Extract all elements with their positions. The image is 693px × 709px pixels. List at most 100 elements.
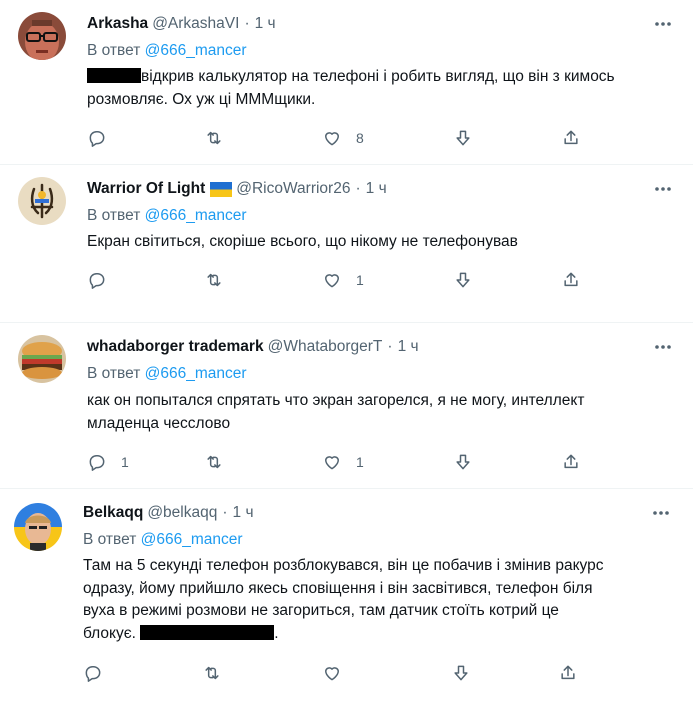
tweet-actions: 8 xyxy=(87,124,587,152)
tweet-text: как он попытался спрятать что экран заго… xyxy=(87,390,677,435)
reply-prefix: В ответ xyxy=(87,365,141,382)
display-name[interactable]: Warrior Of Light xyxy=(87,178,205,200)
more-icon[interactable] xyxy=(651,177,675,201)
tweet-text: Екран світиться, скоріше всього, що ніко… xyxy=(87,231,677,254)
share-button[interactable] xyxy=(561,448,581,476)
display-name[interactable]: Arkasha xyxy=(87,13,148,35)
tweet-header: whadaborger trademark @WhataborgerT · 1 … xyxy=(87,336,419,358)
reply-button[interactable] xyxy=(87,124,121,152)
like-icon xyxy=(325,456,339,470)
tweet-actions: 1 xyxy=(87,266,587,294)
reply-button[interactable] xyxy=(83,659,117,687)
tweet-text-line: Там на 5 секунді телефон розблокувався, … xyxy=(83,557,604,574)
like-icon xyxy=(325,667,339,681)
reply-button[interactable]: 1 xyxy=(87,448,129,476)
tweet[interactable]: Belkaqq @belkaqq · 1 ч В ответ @666_manc… xyxy=(0,489,693,709)
share-icon xyxy=(564,130,578,145)
redacted-block xyxy=(140,624,275,640)
tweet-text: Там на 5 секунді телефон розблокувався, … xyxy=(83,555,683,645)
like-count: 1 xyxy=(356,454,364,470)
downvote-button[interactable] xyxy=(453,124,473,152)
more-icon[interactable] xyxy=(651,12,675,36)
more-icon[interactable] xyxy=(651,335,675,359)
reply-mention[interactable]: @666_mancer xyxy=(145,42,247,59)
tweet-text-line: младенца чесслово xyxy=(87,414,231,432)
tweet[interactable]: Arkasha @ArkashaVI · 1 ч В ответ @666_ma… xyxy=(0,0,693,165)
like-button[interactable]: 8 xyxy=(322,124,364,152)
reply-mention[interactable]: @666_mancer xyxy=(145,207,247,224)
reply-context: В ответ @666_mancer xyxy=(87,40,247,62)
like-icon xyxy=(325,132,339,146)
tweet-text-line: блокує. xyxy=(83,624,136,642)
display-name[interactable]: whadaborger trademark xyxy=(87,336,264,358)
downvote-button[interactable] xyxy=(451,659,471,687)
like-button[interactable]: 1 xyxy=(322,448,364,476)
tweet-text-line: розмовляє. Ох уж ці МММщики. xyxy=(87,90,316,108)
reply-prefix: В ответ xyxy=(83,531,137,548)
like-icon xyxy=(325,274,339,288)
share-button[interactable] xyxy=(561,266,581,294)
like-button[interactable]: 1 xyxy=(322,266,364,294)
retweet-icon xyxy=(205,666,219,680)
user-handle[interactable]: @belkaqq xyxy=(147,502,217,524)
share-icon xyxy=(564,454,578,469)
like-button[interactable] xyxy=(322,659,356,687)
tweet[interactable]: whadaborger trademark @WhataborgerT · 1 … xyxy=(0,323,693,489)
share-button[interactable] xyxy=(561,124,581,152)
separator: · xyxy=(244,15,250,32)
reply-icon xyxy=(89,131,105,147)
tweet[interactable]: Warrior Of Light @RicoWarrior26 · 1 ч В … xyxy=(0,165,693,323)
retweet-button[interactable] xyxy=(202,659,236,687)
reply-prefix: В ответ xyxy=(87,207,141,224)
redacted-block xyxy=(87,68,141,83)
separator: · xyxy=(222,504,228,521)
tweet-actions xyxy=(83,659,583,687)
more-icon[interactable] xyxy=(649,501,673,525)
retweet-icon xyxy=(207,273,221,287)
reply-context: В ответ @666_mancer xyxy=(83,529,243,551)
tweet-text-line: как он попытался спрятать что экран заго… xyxy=(87,392,585,409)
retweet-button[interactable] xyxy=(204,266,238,294)
retweet-icon xyxy=(207,455,221,469)
user-handle[interactable]: @RicoWarrior26 xyxy=(236,178,350,200)
timestamp[interactable]: 1 ч xyxy=(255,13,276,35)
downvote-icon xyxy=(456,454,470,470)
tweet-text-line: відкрив калькулятор на телефоні і робить… xyxy=(141,68,615,85)
downvote-icon xyxy=(456,130,470,146)
tweet-header: Arkasha @ArkashaVI · 1 ч xyxy=(87,13,276,35)
tweet-header: Warrior Of Light @RicoWarrior26 · 1 ч xyxy=(87,178,387,200)
user-handle[interactable]: @ArkashaVI xyxy=(152,13,239,35)
reply-mention[interactable]: @666_mancer xyxy=(145,365,247,382)
reply-icon xyxy=(89,273,105,289)
tweet-text-line: одразу, йому прийшло якесь сповіщення і … xyxy=(83,579,593,597)
reply-mention[interactable]: @666_mancer xyxy=(141,531,243,548)
share-icon xyxy=(564,272,578,287)
timestamp[interactable]: 1 ч xyxy=(398,336,419,358)
reply-count: 1 xyxy=(121,454,129,470)
avatar[interactable] xyxy=(18,335,66,383)
timestamp[interactable]: 1 ч xyxy=(366,178,387,200)
tweet-text-end: . xyxy=(274,624,279,642)
reply-icon xyxy=(85,666,101,682)
downvote-button[interactable] xyxy=(453,448,473,476)
reply-prefix: В ответ xyxy=(87,42,141,59)
avatar[interactable] xyxy=(18,12,66,60)
reply-button[interactable] xyxy=(87,266,121,294)
avatar[interactable] xyxy=(14,503,62,551)
share-button[interactable] xyxy=(558,659,578,687)
like-count: 1 xyxy=(356,272,364,288)
retweet-button[interactable] xyxy=(204,448,238,476)
reply-icon xyxy=(89,455,105,471)
avatar[interactable] xyxy=(18,177,66,225)
separator: · xyxy=(355,180,361,197)
display-name[interactable]: Belkaqq xyxy=(83,502,143,524)
tweet-text: відкрив калькулятор на телефоні і робить… xyxy=(87,66,677,111)
ukraine-flag-icon xyxy=(210,181,233,197)
downvote-button[interactable] xyxy=(453,266,473,294)
timestamp[interactable]: 1 ч xyxy=(233,502,254,524)
separator: · xyxy=(387,338,393,355)
retweet-icon xyxy=(207,131,221,145)
retweet-button[interactable] xyxy=(204,124,238,152)
user-handle[interactable]: @WhataborgerT xyxy=(268,336,383,358)
tweet-text-line: Екран світиться, скоріше всього, що ніко… xyxy=(87,233,518,250)
